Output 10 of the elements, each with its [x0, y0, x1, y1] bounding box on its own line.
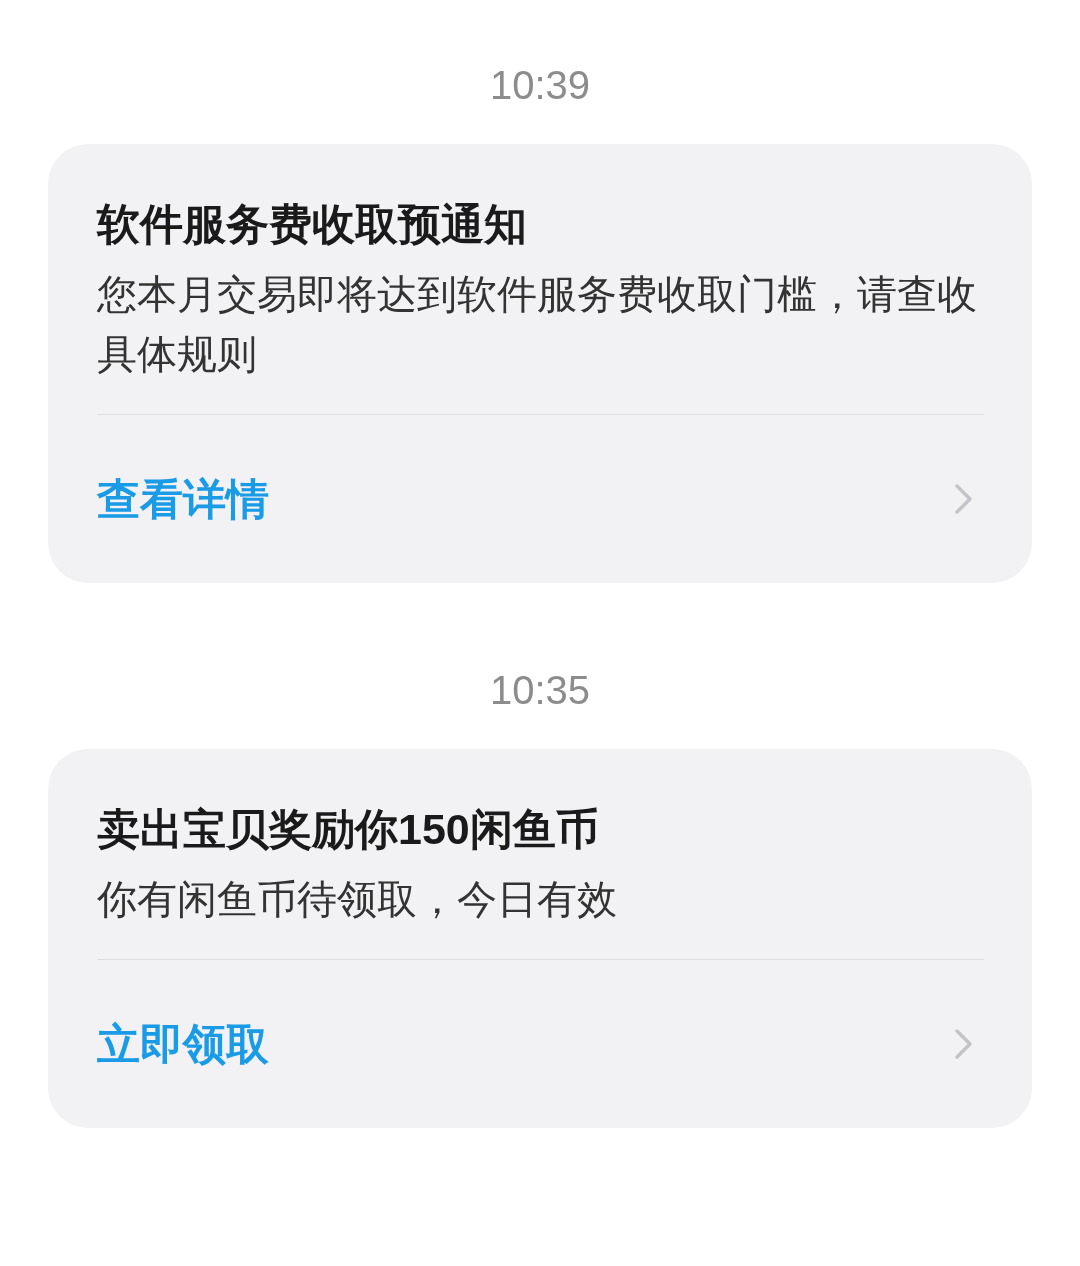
chevron-right-icon — [954, 1028, 974, 1060]
message-time: 10:35 — [489, 667, 591, 714]
message-action-link[interactable]: 查看详情 — [97, 415, 984, 583]
message-time: 10:39 — [489, 62, 591, 109]
message-action-link[interactable]: 立即领取 — [97, 960, 984, 1128]
chevron-right-icon — [954, 483, 974, 515]
message-body: 你有闲鱼币待领取，今日有效 — [97, 876, 618, 923]
message-title: 卖出宝贝奖励你150闲鱼币 — [97, 804, 600, 855]
message-body: 您本月交易即将达到软件服务费收取门槛，请查收具体规则 — [97, 271, 978, 378]
message-title: 软件服务费收取预通知 — [97, 199, 528, 250]
